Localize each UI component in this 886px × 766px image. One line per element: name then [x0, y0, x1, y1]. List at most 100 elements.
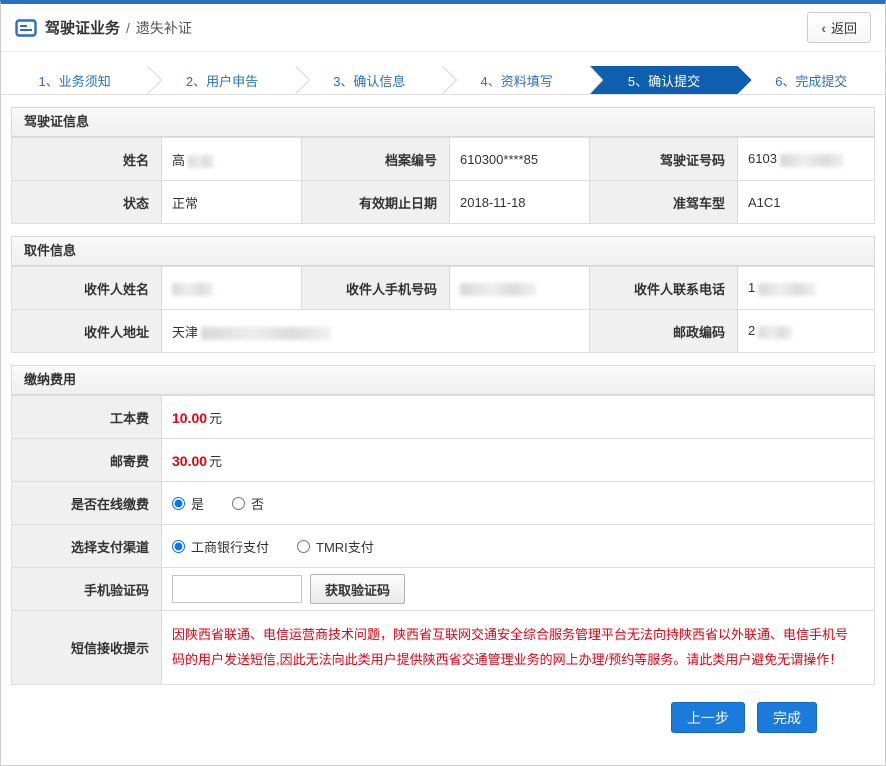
- redacted-text: [201, 327, 331, 340]
- pay-channel-tmri-label: TMRI支付: [316, 537, 374, 556]
- step-4-fill-data: 4、资料填写: [443, 66, 590, 94]
- table-row: 收件人地址 天津 邮政编码 2: [12, 310, 875, 353]
- finish-button[interactable]: 完成: [757, 702, 817, 733]
- online-pay-label: 是否在线缴费: [12, 482, 162, 525]
- recipient-mobile-label: 收件人手机号码: [302, 267, 450, 310]
- online-pay-yes-label: 是: [191, 494, 204, 513]
- page-title: 驾驶证业务: [45, 17, 120, 38]
- table-row: 工本费 10.00元: [12, 396, 875, 439]
- pay-channel-label: 选择支付渠道: [12, 525, 162, 568]
- redacted-text: [460, 283, 536, 296]
- redacted-text: [758, 326, 792, 339]
- online-pay-no-label: 否: [251, 494, 264, 513]
- table-row: 姓名 高 档案编号 610300****85 驾驶证号码 6103: [12, 138, 875, 181]
- zip-code-value: 2: [738, 310, 875, 353]
- step-1-business-notice: 1、业务须知: [1, 66, 148, 94]
- pay-channel-icbc-label: 工商银行支付: [191, 537, 269, 556]
- mail-fee-amount: 30.00: [172, 453, 207, 469]
- table-row: 选择支付渠道 工商银行支付 TMRI支付: [12, 525, 875, 568]
- step-label: 3、确认信息: [333, 71, 405, 90]
- redacted-text: [780, 154, 844, 167]
- step-6-complete-submit: 6、完成提交: [738, 66, 885, 94]
- title-separator: /: [126, 20, 130, 36]
- recipient-address-value: 天津: [162, 310, 590, 353]
- pay-channel-tmri-option[interactable]: TMRI支付: [297, 537, 374, 556]
- file-number-label: 档案编号: [302, 138, 450, 181]
- online-pay-yes-radio[interactable]: [172, 497, 185, 510]
- page: 驾驶证业务 / 遗失补证 ‹ 返回 1、业务须知 2、用户申告 3、确认信息 4…: [0, 0, 886, 766]
- get-captcha-button[interactable]: 获取验证码: [310, 574, 405, 604]
- zip-code-label: 邮政编码: [590, 310, 738, 353]
- fee-unit: 元: [209, 454, 222, 469]
- chevron-right-icon: [871, 66, 886, 94]
- base-fee-label: 工本费: [12, 396, 162, 439]
- fee-unit: 元: [209, 411, 222, 426]
- sms-notice-label: 短信接收提示: [12, 611, 162, 685]
- captcha-input[interactable]: [172, 575, 302, 603]
- chevron-left-icon: ‹: [821, 21, 826, 35]
- online-pay-no-radio[interactable]: [232, 497, 245, 510]
- back-button-label: 返回: [831, 18, 857, 37]
- license-number-label: 驾驶证号码: [590, 138, 738, 181]
- redacted-text: [758, 283, 816, 296]
- captcha-cell: 获取验证码: [162, 568, 875, 611]
- pickup-info-table: 收件人姓名 收件人手机号码 收件人联系电话 1 收件人地址 天津 邮政编码 2: [11, 266, 875, 353]
- recipient-tel-label: 收件人联系电话: [590, 267, 738, 310]
- pickup-section-title: 取件信息: [11, 236, 875, 266]
- content: 驾驶证信息 姓名 高 档案编号 610300****85 驾驶证号码 6103 …: [1, 107, 885, 733]
- recipient-mobile-value: [450, 267, 590, 310]
- license-number-value: 6103: [738, 138, 875, 181]
- expiry-date-value: 2018-11-18: [450, 181, 590, 224]
- name-label: 姓名: [12, 138, 162, 181]
- back-button[interactable]: ‹ 返回: [807, 12, 871, 43]
- step-label: 6、完成提交: [775, 71, 847, 90]
- header: 驾驶证业务 / 遗失补证 ‹ 返回: [1, 4, 885, 52]
- file-number-value: 610300****85: [450, 138, 590, 181]
- pay-channel-icbc-radio[interactable]: [172, 540, 185, 553]
- pay-channel-options: 工商银行支付 TMRI支付: [162, 525, 875, 568]
- table-row: 邮寄费 30.00元: [12, 439, 875, 482]
- license-business-icon: [15, 19, 37, 37]
- mail-fee-label: 邮寄费: [12, 439, 162, 482]
- pay-channel-icbc-option[interactable]: 工商银行支付: [172, 537, 269, 556]
- step-label: 4、资料填写: [481, 71, 553, 90]
- table-row: 状态 正常 有效期止日期 2018-11-18 准驾车型 A1C1: [12, 181, 875, 224]
- mail-fee-value: 30.00元: [162, 439, 875, 482]
- license-info-table: 姓名 高 档案编号 610300****85 驾驶证号码 6103 状态 正常 …: [11, 137, 875, 224]
- expiry-date-label: 有效期止日期: [302, 181, 450, 224]
- redacted-text: [188, 155, 214, 168]
- vehicle-class-label: 准驾车型: [590, 181, 738, 224]
- recipient-tel-value: 1: [738, 267, 875, 310]
- prev-step-button[interactable]: 上一步: [671, 702, 745, 733]
- step-label: 5、确认提交: [628, 71, 700, 90]
- online-pay-yes-option[interactable]: 是: [172, 494, 204, 513]
- step-2-user-declaration: 2、用户申告: [148, 66, 295, 94]
- step-label: 1、业务须知: [39, 71, 111, 90]
- status-label: 状态: [12, 181, 162, 224]
- step-3-confirm-info: 3、确认信息: [296, 66, 443, 94]
- step-label: 2、用户申告: [186, 71, 258, 90]
- sms-notice-text: 因陕西省联通、电信运营商技术问题，陕西省互联网交通安全综合服务管理平台无法向持陕…: [162, 611, 875, 685]
- recipient-address-label: 收件人地址: [12, 310, 162, 353]
- table-row: 是否在线缴费 是 否: [12, 482, 875, 525]
- redacted-text: [172, 283, 214, 296]
- base-fee-value: 10.00元: [162, 396, 875, 439]
- license-info-section: 驾驶证信息 姓名 高 档案编号 610300****85 驾驶证号码 6103 …: [11, 107, 875, 224]
- license-section-title: 驾驶证信息: [11, 107, 875, 137]
- recipient-name-label: 收件人姓名: [12, 267, 162, 310]
- fees-table: 工本费 10.00元 邮寄费 30.00元 是否在线缴费: [11, 395, 875, 685]
- table-row: 收件人姓名 收件人手机号码 收件人联系电话 1: [12, 267, 875, 310]
- fees-section-title: 缴纳费用: [11, 365, 875, 395]
- bottom-actions: 上一步 完成: [11, 702, 817, 733]
- name-value: 高: [162, 138, 302, 181]
- table-row: 手机验证码 获取验证码: [12, 568, 875, 611]
- table-row: 短信接收提示 因陕西省联通、电信运营商技术问题，陕西省互联网交通安全综合服务管理…: [12, 611, 875, 685]
- status-value: 正常: [162, 181, 302, 224]
- captcha-label: 手机验证码: [12, 568, 162, 611]
- fees-section: 缴纳费用 工本费 10.00元 邮寄费 30.00元 是否在线缴费: [11, 365, 875, 685]
- online-pay-no-option[interactable]: 否: [232, 494, 264, 513]
- step-nav: 1、业务须知 2、用户申告 3、确认信息 4、资料填写 5、确认提交 6、完成提…: [1, 66, 885, 95]
- pay-channel-tmri-radio[interactable]: [297, 540, 310, 553]
- vehicle-class-value: A1C1: [738, 181, 875, 224]
- pickup-info-section: 取件信息 收件人姓名 收件人手机号码 收件人联系电话 1 收件人地址 天津 邮政…: [11, 236, 875, 353]
